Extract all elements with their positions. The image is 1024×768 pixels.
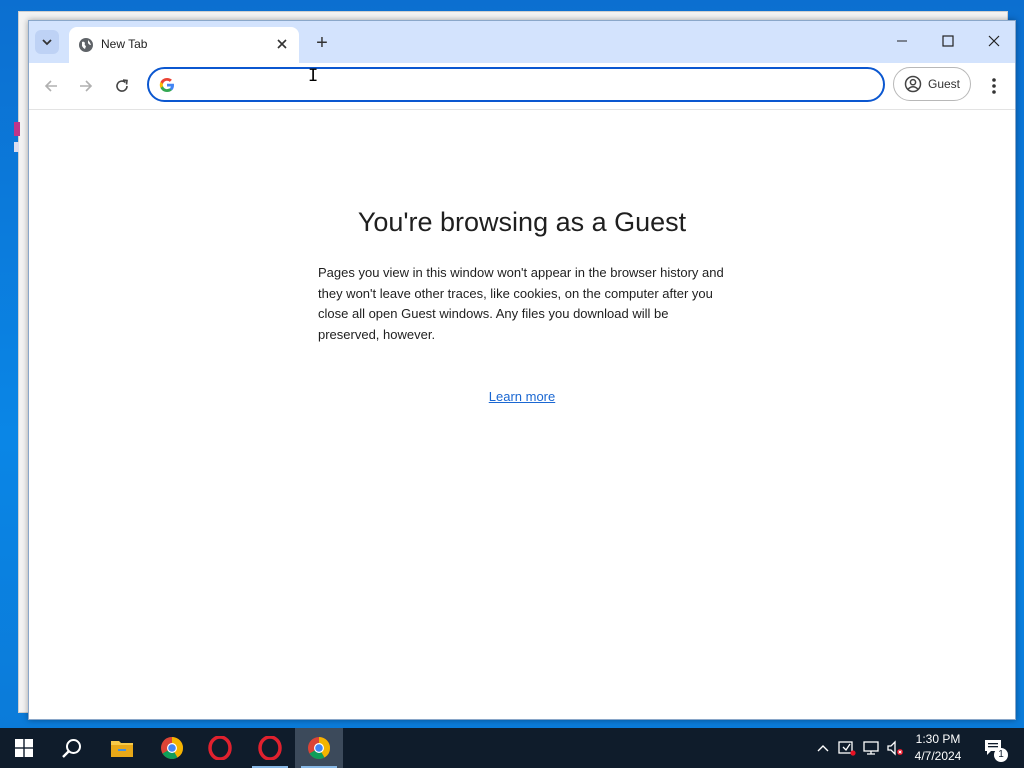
text-cursor-icon: I: [308, 66, 319, 86]
more-vertical-icon: [992, 78, 996, 94]
system-clock[interactable]: 1:30 PM 4/7/2024: [905, 731, 971, 765]
tab-strip: New Tab +: [29, 21, 1015, 63]
search-icon: [62, 739, 81, 758]
folder-icon: [111, 741, 133, 757]
taskbar-chrome[interactable]: [148, 728, 196, 768]
show-hidden-icons-button[interactable]: [812, 728, 834, 768]
windows-logo-icon: [15, 739, 33, 757]
volume-muted-icon: [887, 740, 903, 756]
address-bar[interactable]: [147, 67, 885, 102]
minimize-icon: [897, 40, 907, 42]
network-tray-icon[interactable]: [860, 728, 882, 768]
minimize-button[interactable]: [879, 27, 925, 55]
new-tab-button[interactable]: +: [311, 32, 333, 54]
page-title: You're browsing as a Guest: [357, 207, 687, 237]
taskbar: 1:30 PM 4/7/2024 1: [0, 728, 1024, 768]
network-icon: [863, 741, 879, 755]
tab-search-button[interactable]: [35, 30, 59, 54]
chevron-up-icon: [817, 745, 829, 752]
learn-more-container: Learn more: [29, 388, 1015, 406]
security-tray-icon[interactable]: [836, 728, 858, 768]
start-button[interactable]: [0, 728, 48, 768]
toolbar: Guest: [29, 63, 1015, 110]
menu-button[interactable]: [985, 73, 1003, 99]
google-icon: [159, 78, 174, 92]
chevron-down-icon: [42, 39, 52, 46]
maximize-button[interactable]: [925, 27, 971, 55]
desktop-icon-fragment: [14, 122, 20, 136]
learn-more-link[interactable]: Learn more: [489, 389, 555, 404]
arrow-left-icon: [44, 80, 57, 92]
page-description: Pages you view in this window won't appe…: [318, 265, 724, 342]
taskbar-opera-2[interactable]: [246, 728, 294, 768]
clock-time: 1:30 PM: [915, 732, 961, 746]
taskbar-search-button[interactable]: [48, 728, 96, 768]
taskbar-opera[interactable]: [196, 728, 244, 768]
tab-new-tab[interactable]: New Tab: [69, 27, 299, 63]
tab-title: New Tab: [101, 37, 148, 51]
back-button[interactable]: [38, 73, 64, 99]
arrow-right-icon: [80, 80, 93, 92]
notification-count-badge: 1: [994, 748, 1008, 762]
opera-icon: [258, 736, 282, 760]
volume-tray-icon[interactable]: [884, 728, 906, 768]
close-icon: [988, 35, 1000, 47]
clock-date: 4/7/2024: [914, 749, 962, 763]
taskbar-chrome-active[interactable]: [295, 728, 343, 768]
profile-button[interactable]: Guest: [893, 67, 971, 101]
chrome-icon: [308, 737, 330, 759]
shield-warning-icon: [838, 741, 856, 756]
account-circle-icon: [904, 75, 922, 93]
notification-center-button[interactable]: 1: [980, 728, 1008, 768]
maximize-icon: [942, 35, 954, 47]
taskbar-file-explorer[interactable]: [98, 728, 146, 768]
guest-page: You're browsing as a Guest Pages you vie…: [29, 109, 1015, 719]
browser-window: New Tab + Guest You're browsing as a Gue…: [28, 20, 1016, 720]
chrome-icon: [161, 737, 183, 759]
profile-label: Guest: [928, 77, 961, 91]
close-window-button[interactable]: [971, 27, 1017, 55]
reload-button[interactable]: [109, 73, 135, 99]
desktop-icon-fragment: [14, 142, 19, 152]
reload-icon: [116, 79, 128, 92]
forward-button[interactable]: [73, 73, 99, 99]
globe-icon: [79, 38, 93, 52]
close-tab-icon[interactable]: [273, 35, 291, 53]
address-input[interactable]: [183, 74, 847, 96]
opera-icon: [208, 736, 232, 760]
